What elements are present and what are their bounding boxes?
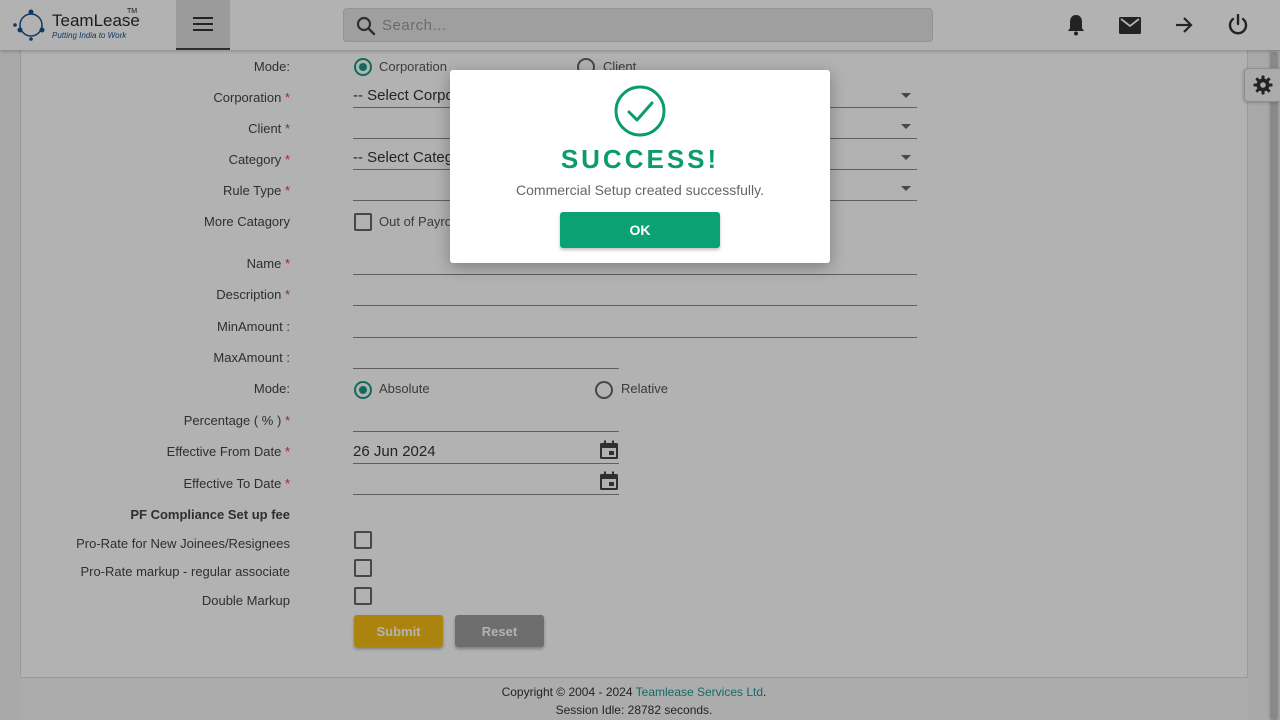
success-dialog: SUCCESS! Commercial Setup created succes… <box>450 70 830 263</box>
dialog-title: SUCCESS! <box>560 144 720 174</box>
dialog-message: Commercial Setup created successfully. <box>516 182 764 198</box>
check-circle-icon <box>614 85 666 137</box>
ok-button[interactable]: OK <box>560 212 720 248</box>
